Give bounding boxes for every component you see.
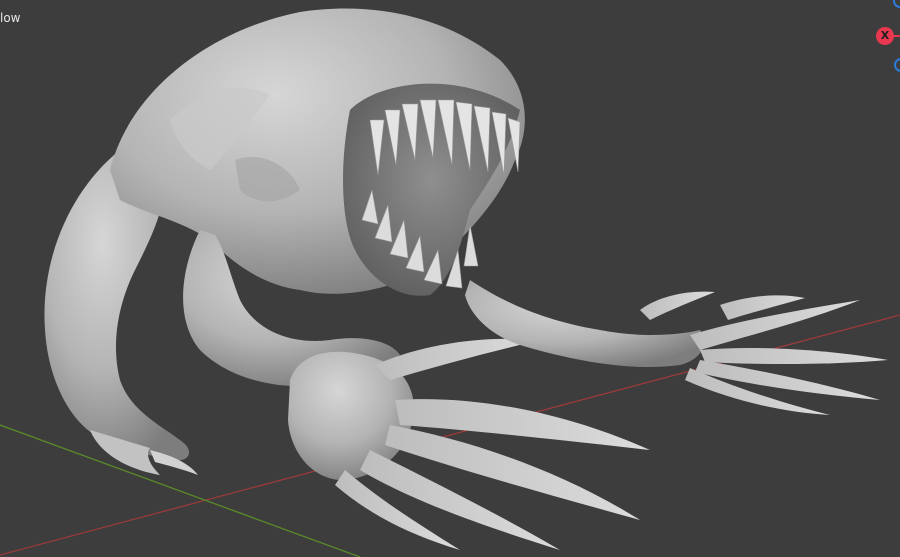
gizmo-x-axis-icon[interactable]: X — [876, 27, 894, 45]
gizmo-x-axis-line — [893, 35, 900, 37]
creature-model — [44, 8, 888, 550]
3d-viewport[interactable]: low X — [0, 0, 900, 557]
scene-canvas[interactable] — [0, 0, 900, 557]
viewport-label: low — [0, 11, 21, 25]
